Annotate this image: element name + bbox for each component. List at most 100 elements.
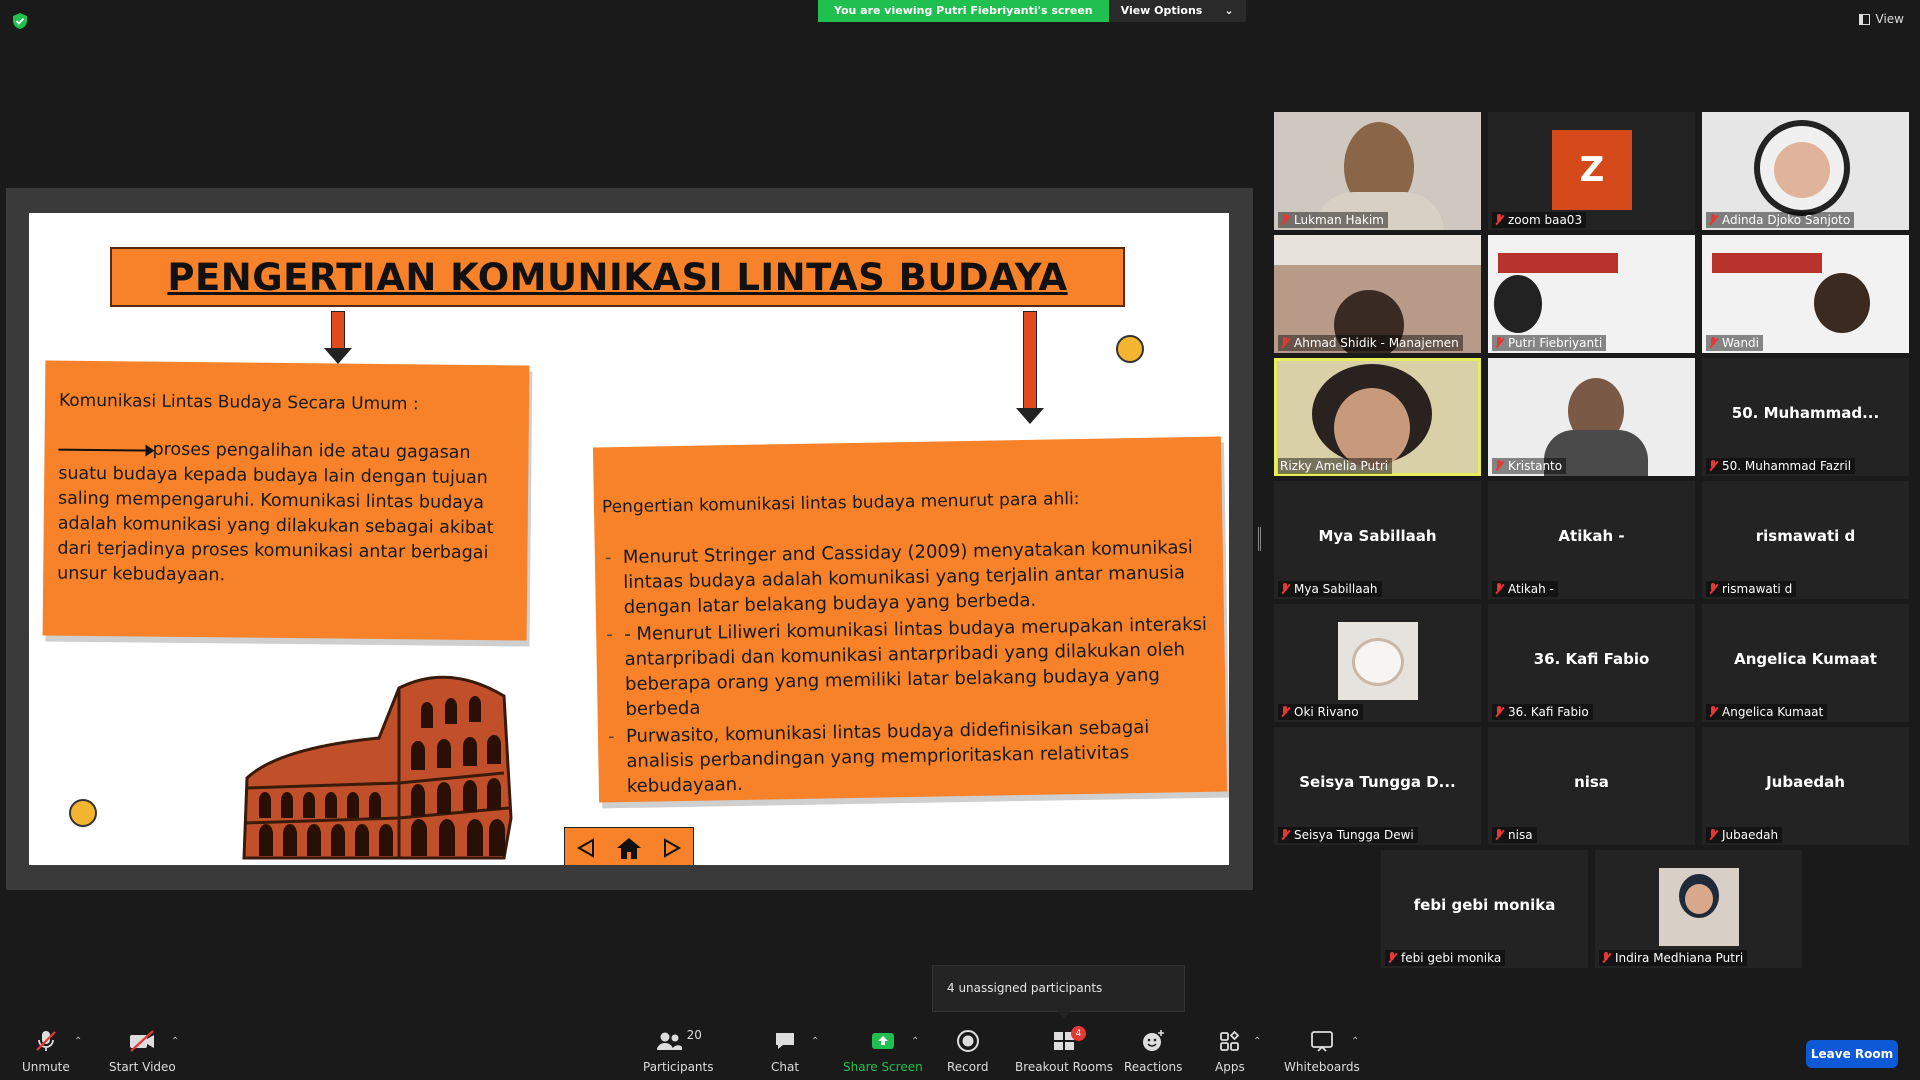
share-screen-label: Share Screen [843, 1060, 923, 1074]
muted-mic-icon [1280, 214, 1290, 226]
participant-name: Seisya Tungga Dewi [1294, 828, 1414, 842]
view-button[interactable]: View [1858, 12, 1904, 26]
breakout-rooms-button[interactable]: 4 Breakout Rooms [1015, 1026, 1114, 1074]
list-item: Purwasito, komunikasi lintas budaya dide… [606, 714, 1217, 800]
participant-tile[interactable]: Seisya Tungga D... Seisya Tungga Dewi [1274, 727, 1481, 845]
participant-label: febi gebi monika [1385, 950, 1506, 966]
participants-button[interactable]: 20 Participants [643, 1028, 714, 1074]
muted-mic-icon [1494, 583, 1504, 595]
participant-tile[interactable]: Kristanto [1488, 358, 1695, 476]
participant-name: rismawati d [1722, 582, 1793, 596]
participant-tile[interactable]: Jubaedah Jubaedah [1702, 727, 1909, 845]
unmute-button[interactable]: Unmute [22, 1028, 70, 1074]
whiteboards-label: Whiteboards [1284, 1060, 1360, 1074]
participant-display-name: rismawati d [1755, 527, 1856, 545]
participant-name: Ahmad Shidik - Manajemen [1294, 336, 1459, 350]
participant-tile[interactable]: Z zoom baa03 [1488, 112, 1695, 230]
participant-name: Adinda Djoko Sanjoto [1722, 213, 1851, 227]
participant-label: Seisya Tungga Dewi [1278, 827, 1418, 843]
participant-display-name: 50. Muhammad... [1731, 404, 1880, 422]
share-options-caret-icon[interactable]: ⌃ [911, 1036, 919, 1047]
participant-tile[interactable]: Rizky Amelia Putri [1274, 358, 1481, 476]
participant-name: Putri Fiebriyanti [1508, 336, 1603, 350]
participant-display-name: 36. Kafi Fabio [1533, 650, 1650, 668]
record-label: Record [947, 1060, 989, 1074]
participant-display-name: febi gebi monika [1413, 896, 1556, 914]
participant-label: Angelica Kumaat [1706, 704, 1828, 720]
participant-tile[interactable]: 36. Kafi Fabio 36. Kafi Fabio [1488, 604, 1695, 722]
apps-options-caret-icon[interactable]: ⌃ [1253, 1036, 1261, 1047]
avatar: Z [1552, 130, 1632, 210]
participant-label: Jubaedah [1706, 827, 1783, 843]
muted-mic-icon [1280, 337, 1290, 349]
participant-label: nisa [1492, 827, 1537, 843]
start-video-button[interactable]: Start Video [109, 1028, 176, 1074]
participant-tile[interactable]: nisa nisa [1488, 727, 1695, 845]
participant-tile[interactable]: febi gebi monika febi gebi monika [1381, 850, 1588, 968]
security-shield-icon[interactable] [12, 12, 28, 30]
participant-tile[interactable]: Angelica Kumaat Angelica Kumaat [1702, 604, 1909, 722]
whiteboards-button[interactable]: Whiteboards [1284, 1028, 1360, 1074]
participant-tile[interactable]: Ahmad Shidik - Manajemen [1274, 235, 1481, 353]
muted-mic-icon [1708, 829, 1718, 841]
unassigned-participants-text: 4 unassigned participants [947, 981, 1103, 995]
shared-screen: PENGERTIAN KOMUNIKASI LINTAS BUDAYA Komu… [6, 188, 1253, 890]
participant-label: Oki Rivano [1278, 704, 1363, 720]
participant-label: zoom baa03 [1492, 212, 1587, 228]
list-item: Menurut Stringer and Cassiday (2009) men… [603, 535, 1214, 621]
chat-options-caret-icon[interactable]: ⌃ [811, 1036, 819, 1047]
participant-tile[interactable]: rismawati d rismawati d [1702, 481, 1909, 599]
video-options-caret-icon[interactable]: ⌃ [171, 1036, 179, 1047]
view-options-button[interactable]: View Options ⌄ [1108, 0, 1246, 22]
participant-video [1274, 235, 1481, 265]
participant-name: Wandi [1722, 336, 1760, 350]
participant-tile[interactable]: Wandi [1702, 235, 1909, 353]
participant-name: Atikah - [1508, 582, 1554, 596]
presentation-slide: PENGERTIAN KOMUNIKASI LINTAS BUDAYA Komu… [29, 213, 1229, 865]
next-slide-icon[interactable] [661, 837, 683, 859]
home-icon[interactable] [616, 836, 642, 860]
whiteboard-options-caret-icon[interactable]: ⌃ [1351, 1036, 1359, 1047]
participant-tile[interactable]: Putri Fiebriyanti [1488, 235, 1695, 353]
participant-tile[interactable]: Lukman Hakim [1274, 112, 1481, 230]
apps-button[interactable]: Apps [1215, 1028, 1245, 1074]
participant-label: 36. Kafi Fabio [1492, 704, 1593, 720]
previous-slide-icon[interactable] [575, 837, 597, 859]
participant-tile[interactable]: 50. Muhammad... 50. Muhammad Fazril [1702, 358, 1909, 476]
breakout-rooms-label: Breakout Rooms [1015, 1060, 1114, 1074]
share-screen-button[interactable]: Share Screen [843, 1028, 923, 1074]
general-definition-heading: Komunikasi Lintas Budaya Secara Umum : [58, 390, 419, 415]
participant-tile[interactable]: Atikah - Atikah - [1488, 481, 1695, 599]
participant-tile[interactable]: Oki Rivano [1274, 604, 1481, 722]
muted-mic-icon [1494, 214, 1504, 226]
participant-label: Rizky Amelia Putri [1278, 458, 1393, 474]
audio-options-caret-icon[interactable]: ⌃ [74, 1036, 82, 1047]
participant-display-name: Jubaedah [1766, 773, 1845, 791]
participant-video [1814, 273, 1870, 333]
participant-label: Putri Fiebriyanti [1492, 335, 1607, 351]
muted-mic-icon [1494, 460, 1504, 472]
leave-room-button[interactable]: Leave Room [1806, 1040, 1898, 1068]
record-button[interactable]: Record [947, 1028, 988, 1074]
chat-button[interactable]: Chat [771, 1028, 799, 1074]
apps-label: Apps [1215, 1060, 1245, 1074]
unassigned-participants-tooltip[interactable]: 4 unassigned participants [932, 965, 1185, 1018]
participant-name: febi gebi monika [1401, 951, 1502, 965]
profile-photo [1685, 884, 1713, 914]
participant-label: Wandi [1706, 335, 1764, 351]
participant-tile[interactable]: Mya Sabillaah Mya Sabillaah [1274, 481, 1481, 599]
profile-photo [1352, 638, 1404, 686]
participant-tile[interactable]: Indira Medhiana Putri [1595, 850, 1802, 968]
muted-mic-icon [1387, 952, 1397, 964]
participant-video [1334, 388, 1410, 468]
chat-icon [776, 1033, 795, 1049]
participant-display-name: Mya Sabillaah [1318, 527, 1437, 545]
whiteboard-icon [1310, 1031, 1333, 1052]
participant-tile[interactable]: Adinda Djoko Sanjoto [1702, 112, 1909, 230]
arrow-down-right [1023, 311, 1037, 409]
participant-label: Mya Sabillaah [1278, 581, 1382, 597]
panel-resize-handle[interactable] [1258, 527, 1261, 551]
reactions-button[interactable]: Reactions [1124, 1028, 1182, 1074]
leave-room-label: Leave Room [1810, 1047, 1894, 1061]
participant-name: Mya Sabillaah [1294, 582, 1378, 596]
